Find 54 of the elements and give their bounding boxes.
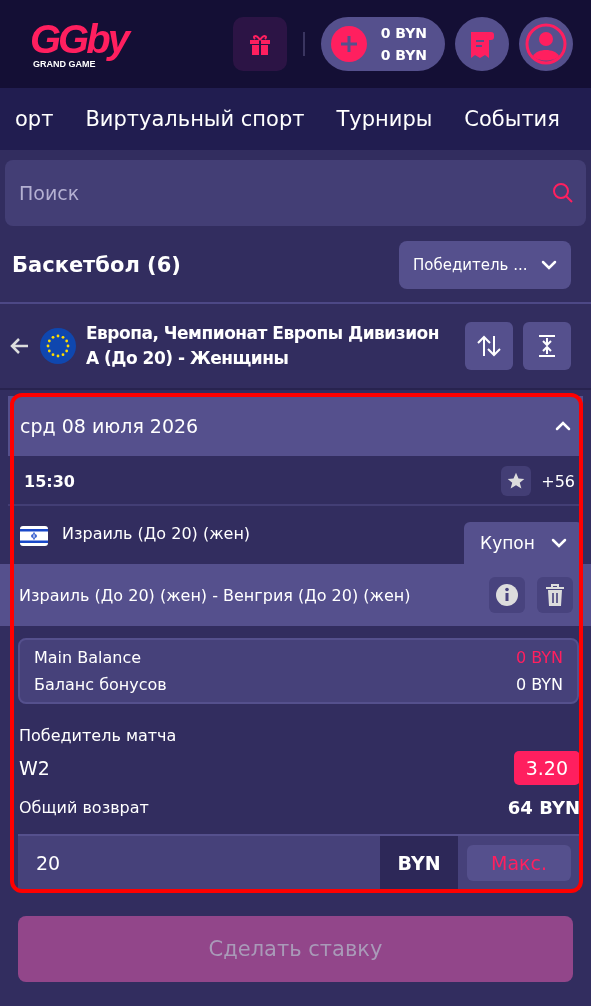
receipt-icon <box>468 29 496 59</box>
back-arrow-icon[interactable] <box>10 337 30 355</box>
gift-icon <box>247 32 272 56</box>
more-markets[interactable]: +56 <box>541 471 575 491</box>
plus-icon <box>330 26 367 62</box>
team-name: Израиль (До 20) (жен) <box>62 524 251 543</box>
market-select[interactable]: Победитель ... <box>399 241 571 289</box>
balance-label: Main Balance <box>34 648 142 667</box>
profile-button[interactable] <box>519 17 573 71</box>
main-balance: 0 BYN <box>380 25 427 41</box>
search-icon <box>552 182 574 204</box>
search-field[interactable]: Поиск <box>5 160 586 226</box>
star-icon <box>506 471 527 491</box>
sport-title: Баскетбол (6) <box>12 253 181 277</box>
info-icon <box>495 583 519 607</box>
flag-icon <box>40 328 76 364</box>
favorite-button[interactable] <box>501 466 532 496</box>
nav-tab[interactable]: Турниры <box>336 107 433 131</box>
chevron-up-icon <box>555 421 571 431</box>
nav-tab[interactable]: орт <box>15 107 54 131</box>
search-input[interactable]: Поиск <box>17 181 552 205</box>
balance-value: 0 BYN <box>515 648 563 667</box>
collapse-icon <box>537 334 557 358</box>
league-title: Европа, Чемпионат Европы Дивизион А (До 20) - Женщины <box>86 321 440 370</box>
user-icon <box>524 22 568 66</box>
trash-icon <box>545 583 565 607</box>
chevron-down-icon <box>541 260 557 270</box>
balance-pill[interactable]: 0 BYN 0 BYN <box>320 17 445 71</box>
bonus-balance: 0 BYN <box>380 47 427 63</box>
balance-value: 0 BYN <box>515 675 563 694</box>
odds-value: 3.20 <box>513 751 580 785</box>
collapse-button[interactable] <box>523 322 571 370</box>
date-label: срд 08 июля 2026 <box>20 415 199 437</box>
sort-button[interactable] <box>465 322 513 370</box>
return-label: Общий возврат <box>19 798 149 817</box>
chevron-down-icon <box>550 538 567 548</box>
balance-label: Баланс бонусов <box>34 675 167 694</box>
delete-button[interactable] <box>537 577 573 613</box>
nav-tab[interactable]: События <box>464 107 560 131</box>
info-button[interactable] <box>489 577 525 613</box>
sort-icon <box>476 334 502 358</box>
match-time: 15:30 <box>24 471 75 491</box>
return-value: 64 BYN <box>507 797 580 818</box>
outcome-name: W2 <box>19 757 50 779</box>
logo-tagline: GRAND GAME <box>33 60 96 69</box>
nav-tab[interactable]: Виртуальный спорт <box>85 107 305 131</box>
market-name: Победитель матча <box>19 726 178 745</box>
date-header[interactable]: срд 08 июля 2026 <box>8 396 583 456</box>
stake-field[interactable]: 20 <box>18 836 380 890</box>
event-title: Израиль (До 20) (жен) - Венгрия (До 20) (жен) <box>19 585 412 605</box>
gift-button[interactable] <box>232 17 287 71</box>
currency-label: BYN <box>380 836 458 890</box>
flag-icon <box>20 526 48 546</box>
bet-slip-button[interactable] <box>455 17 509 71</box>
